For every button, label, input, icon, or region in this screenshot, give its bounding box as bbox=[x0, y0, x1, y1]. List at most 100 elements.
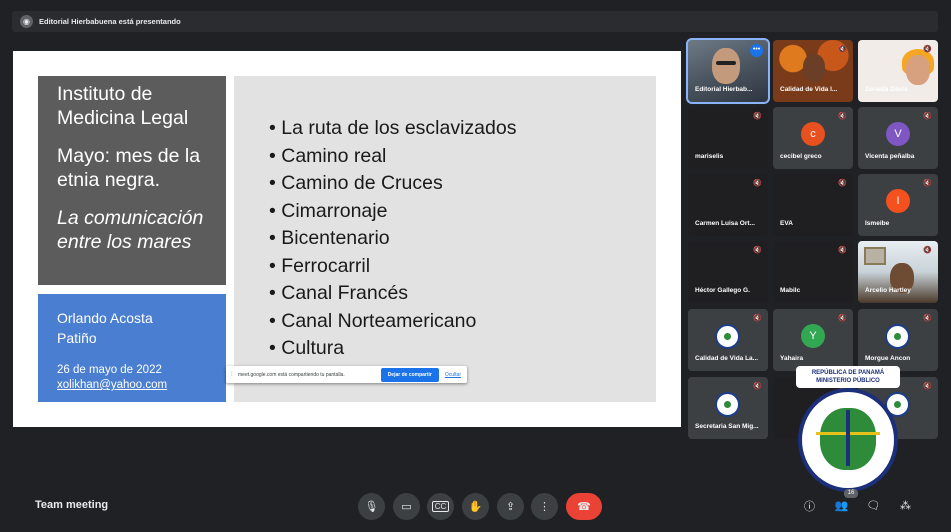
slide-subtitle-line: etnia negra. bbox=[57, 169, 160, 191]
hide-notice-link[interactable]: Ocultar bbox=[445, 372, 461, 378]
participant-avatar: I bbox=[886, 189, 910, 213]
participant-tile[interactable]: 🔇 Secretaria San Mig... bbox=[688, 377, 768, 439]
emblem-staff bbox=[846, 410, 850, 466]
more-options-icon: ⋮ bbox=[539, 501, 550, 513]
present-button[interactable]: ⇪ bbox=[497, 493, 524, 520]
slide-subtitle-line: Mayo: mes de la bbox=[57, 145, 201, 167]
mic-off-icon: 🔇 bbox=[753, 315, 762, 322]
mic-off-icon: 🔇 bbox=[923, 247, 932, 254]
camera-icon: ▭ bbox=[401, 501, 412, 513]
participant-avatar: Y bbox=[801, 324, 825, 348]
mic-off-icon: 🔇 bbox=[838, 247, 847, 254]
presenting-banner[interactable]: ◉ Editorial Hierbabuena está presentando bbox=[12, 11, 938, 32]
participant-tile[interactable]: 🔇 Mabilc bbox=[773, 241, 853, 303]
participant-name: Vicenta peñalba bbox=[865, 153, 915, 160]
participant-tile[interactable]: 🔇 mariselis bbox=[688, 107, 768, 169]
participant-name: Calidad de Vida I... bbox=[780, 86, 838, 93]
participant-tile[interactable]: 🔇 Zoraida Davis bbox=[858, 40, 938, 102]
captions-button[interactable]: CC bbox=[427, 493, 454, 520]
end-call-button[interactable]: ☎ bbox=[566, 493, 602, 520]
participant-tile[interactable]: 🔇 Calidad de Vida La... bbox=[688, 309, 768, 371]
participant-name: Morgue Ancon bbox=[865, 355, 911, 362]
participant-tile[interactable]: c 🔇 cecibel greco bbox=[773, 107, 853, 169]
participant-tile[interactable]: 🔇 Morgue Ancon bbox=[858, 309, 938, 371]
participant-video bbox=[712, 48, 740, 84]
drag-handle-icon[interactable]: ⁞ bbox=[231, 372, 235, 378]
participant-video bbox=[906, 55, 930, 85]
slide-bullet: Canal Francés bbox=[269, 280, 656, 308]
slide-bullet-list: La ruta de los esclavizados Camino real … bbox=[269, 115, 656, 363]
slide-title-panel: Instituto de Medicina Legal Mayo: mes de… bbox=[38, 76, 226, 285]
participant-name: Mabilc bbox=[780, 287, 801, 294]
info-button[interactable]: ⓘ bbox=[802, 498, 817, 513]
participant-video bbox=[803, 54, 825, 82]
slide-bullet: Ferrocarril bbox=[269, 253, 656, 281]
participant-name: mariselis bbox=[695, 153, 724, 160]
slide-bullet: Bicentenario bbox=[269, 225, 656, 253]
share-notice-text: meet.google.com está compartiendo tu pan… bbox=[238, 371, 345, 378]
chat-icon: 🗨 bbox=[866, 500, 881, 512]
emblem-header-line: MINISTERIO PÚBLICO bbox=[816, 378, 880, 384]
meeting-title: Team meeting bbox=[35, 499, 109, 511]
participant-video bbox=[864, 247, 886, 265]
chat-button[interactable]: 🗨 bbox=[866, 498, 881, 513]
activities-button[interactable]: ⁂ bbox=[898, 498, 913, 513]
slide-bullet: Camino de Cruces bbox=[269, 170, 656, 198]
participant-tile[interactable]: V 🔇 Vicenta peñalba bbox=[858, 107, 938, 169]
participant-tile[interactable]: ••• Editorial Hierbab... bbox=[686, 38, 770, 104]
participant-name: Zoraida Davis bbox=[865, 86, 908, 93]
end-call-icon: ☎ bbox=[577, 501, 591, 513]
raise-hand-button[interactable]: ✋ bbox=[462, 493, 489, 520]
participant-name: Calidad de Vida La... bbox=[695, 355, 759, 362]
mic-off-icon: 🔇 bbox=[923, 180, 932, 187]
participant-name: Editorial Hierbab... bbox=[695, 86, 753, 93]
present-icon: ⇪ bbox=[505, 501, 516, 513]
mic-off-icon: 🔇 bbox=[753, 383, 762, 390]
presenter-avatar-icon: ◉ bbox=[20, 15, 33, 28]
slide-bullet: Canal Norteamericano bbox=[269, 308, 656, 336]
participant-tile[interactable]: 🔇 EVA bbox=[773, 174, 853, 236]
mic-off-icon: 🔇 bbox=[838, 46, 847, 53]
captions-icon: CC bbox=[431, 501, 450, 512]
info-icon: ⓘ bbox=[804, 500, 815, 513]
slide-bullet: Camino real bbox=[269, 143, 656, 171]
mic-off-icon: 🔇 bbox=[923, 113, 932, 120]
participant-name: cecibel greco bbox=[780, 153, 822, 160]
mic-off-icon: 🔇 bbox=[923, 315, 932, 322]
participant-name: Yahaira bbox=[780, 355, 804, 362]
participant-tile[interactable]: Y 🔇 Yahaira bbox=[773, 309, 853, 371]
participant-tile[interactable]: I 🔇 Ismeibe bbox=[858, 174, 938, 236]
mic-off-icon: 🔇 bbox=[838, 113, 847, 120]
participant-name: Ismeibe bbox=[865, 220, 890, 227]
slide-title-line: Medicina Legal bbox=[57, 107, 189, 129]
participant-tile[interactable]: 🔇 Héctor Gallego G. bbox=[688, 241, 768, 303]
participant-tile[interactable]: 🔇 Arcelio Hartley bbox=[858, 241, 938, 303]
slide-bullet: Cimarronaje bbox=[269, 198, 656, 226]
participant-avatar: c bbox=[801, 122, 825, 146]
participant-logo bbox=[885, 324, 910, 349]
activities-icon: ⁂ bbox=[900, 500, 911, 512]
raise-hand-icon: ✋ bbox=[468, 501, 483, 513]
slide-bullet: Cultura bbox=[269, 335, 656, 363]
participant-tile[interactable]: 🔇 Calidad de Vida I... bbox=[773, 40, 853, 102]
participant-name: Carmen Luisa Ort... bbox=[695, 220, 755, 227]
emblem-header: REPÚBLICA DE PANAMÁ MINISTERIO PÚBLICO bbox=[796, 366, 900, 388]
more-options-button[interactable]: ⋮ bbox=[531, 493, 558, 520]
stop-sharing-button[interactable]: Dejar de compartir bbox=[380, 367, 439, 382]
people-button[interactable]: 👥 bbox=[834, 498, 849, 513]
mic-off-icon: 🔇 bbox=[838, 315, 847, 322]
mic-button[interactable]: 🎙 bbox=[358, 493, 385, 520]
participant-logo bbox=[715, 324, 740, 349]
emblem-header-line: REPÚBLICA DE PANAMÁ bbox=[811, 370, 885, 376]
mic-off-icon: 🔇 bbox=[753, 180, 762, 187]
participant-logo bbox=[715, 392, 740, 417]
slide-title-line: Instituto de bbox=[57, 83, 153, 105]
participant-count-badge: 16 bbox=[844, 489, 858, 498]
meet-window: ◉ Editorial Hierbabuena está presentando… bbox=[0, 0, 951, 532]
author-name-line: Orlando Acosta bbox=[57, 310, 153, 326]
participant-tile[interactable]: 🔇 Carmen Luisa Ort... bbox=[688, 174, 768, 236]
participant-avatar: V bbox=[886, 122, 910, 146]
mic-icon: 🎙 bbox=[364, 501, 379, 513]
camera-button[interactable]: ▭ bbox=[393, 493, 420, 520]
tile-options-icon[interactable]: ••• bbox=[750, 44, 763, 57]
